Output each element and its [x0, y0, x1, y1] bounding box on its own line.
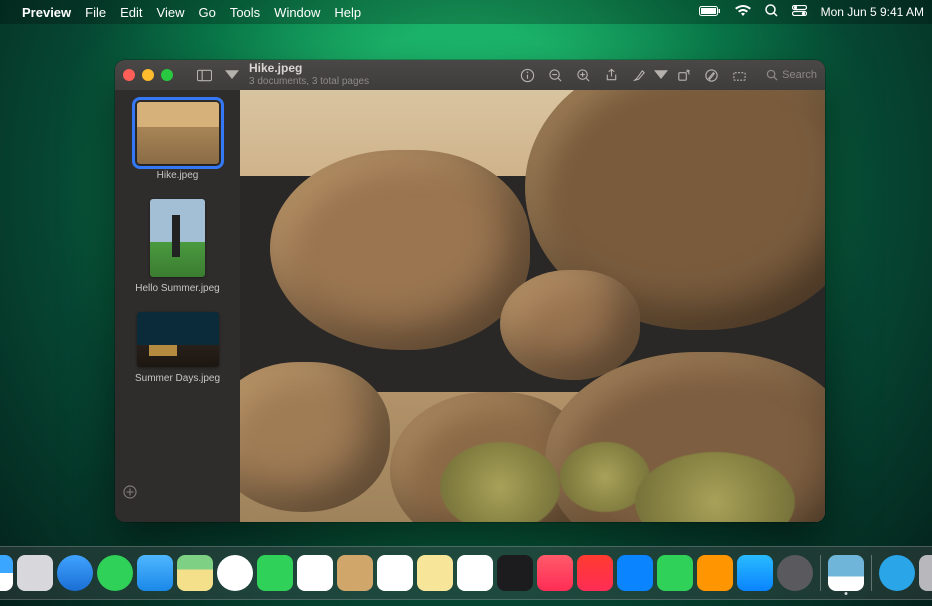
battery-icon[interactable]: [699, 5, 721, 20]
dock-contacts-icon[interactable]: [337, 555, 373, 591]
dock-pages-icon[interactable]: [697, 555, 733, 591]
thumbnail-image[interactable]: [137, 102, 219, 164]
window-subtitle: 3 documents, 3 total pages: [249, 76, 369, 88]
dock-settings-icon[interactable]: [777, 555, 813, 591]
dock-numbers-icon[interactable]: [657, 555, 693, 591]
dock-tv-icon[interactable]: [497, 555, 533, 591]
fullscreen-button[interactable]: [161, 69, 173, 81]
traffic-lights: [123, 69, 173, 81]
search-field[interactable]: Search: [766, 69, 817, 81]
zoom-out-button[interactable]: [542, 64, 568, 86]
crop-button[interactable]: [726, 64, 752, 86]
menu-edit[interactable]: Edit: [120, 5, 142, 20]
highlight-menu-chevron-icon[interactable]: [654, 64, 668, 86]
clock[interactable]: Mon Jun 5 9:41 AM: [821, 5, 924, 19]
thumbnail-label: Hello Summer.jpeg: [135, 283, 219, 294]
dock-music-icon[interactable]: [537, 555, 573, 591]
dock-freeform-icon[interactable]: [457, 555, 493, 591]
thumbnail-item[interactable]: Hello Summer.jpeg: [115, 199, 240, 294]
control-center-icon[interactable]: [792, 5, 807, 19]
main-image-view[interactable]: [240, 90, 825, 522]
sidebar-menu-chevron-icon[interactable]: [225, 64, 239, 86]
dock-separator: [820, 555, 821, 591]
title-bar: Hike.jpeg 3 documents, 3 total pages Sea…: [115, 60, 825, 90]
info-button[interactable]: [514, 64, 540, 86]
wifi-icon[interactable]: [735, 5, 751, 20]
thumbnail-image[interactable]: [150, 199, 205, 277]
menu-window[interactable]: Window: [274, 5, 320, 20]
highlight-button[interactable]: [626, 64, 652, 86]
dock-safari-icon[interactable]: [57, 555, 93, 591]
dock-facetime-icon[interactable]: [257, 555, 293, 591]
dock-reminders-icon[interactable]: [377, 555, 413, 591]
minimize-button[interactable]: [142, 69, 154, 81]
dock-launchpad-icon[interactable]: [17, 555, 53, 591]
window-title: Hike.jpeg: [249, 62, 369, 76]
markup-button[interactable]: [698, 64, 724, 86]
menu-view[interactable]: View: [157, 5, 185, 20]
close-button[interactable]: [123, 69, 135, 81]
menu-go[interactable]: Go: [198, 5, 215, 20]
thumbnail-item[interactable]: Hike.jpeg: [115, 102, 240, 181]
dock-separator: [871, 555, 872, 591]
dock-trash-icon[interactable]: [919, 555, 932, 591]
dock: [0, 546, 932, 600]
dock-photos-icon[interactable]: [217, 555, 253, 591]
menu-tools[interactable]: Tools: [230, 5, 260, 20]
thumbnail-image[interactable]: [137, 312, 219, 367]
preview-window: Hike.jpeg 3 documents, 3 total pages Sea…: [115, 60, 825, 522]
dock-preview-icon[interactable]: [828, 555, 864, 591]
app-menu[interactable]: Preview: [22, 5, 71, 20]
search-placeholder: Search: [782, 69, 817, 81]
dock-appstore-icon[interactable]: [737, 555, 773, 591]
share-button[interactable]: [598, 64, 624, 86]
thumbnails-sidebar: Hike.jpeg Hello Summer.jpeg Summer Days.…: [115, 90, 240, 522]
dock-notes-icon[interactable]: [417, 555, 453, 591]
dock-downloads-icon[interactable]: [879, 555, 915, 591]
dock-keynote-icon[interactable]: [617, 555, 653, 591]
dock-finder-icon[interactable]: [0, 555, 13, 591]
dock-messages-icon[interactable]: [97, 555, 133, 591]
sidebar-add-button[interactable]: [115, 479, 240, 510]
title-block: Hike.jpeg 3 documents, 3 total pages: [249, 62, 369, 87]
thumbnail-label: Summer Days.jpeg: [135, 373, 220, 384]
thumbnail-label: Hike.jpeg: [157, 170, 199, 181]
thumbnail-item[interactable]: Summer Days.jpeg: [115, 312, 240, 384]
dock-mail-icon[interactable]: [137, 555, 173, 591]
dock-calendar-icon[interactable]: [297, 555, 333, 591]
spotlight-icon[interactable]: [765, 4, 778, 20]
sidebar-toggle-button[interactable]: [191, 64, 217, 86]
zoom-in-button[interactable]: [570, 64, 596, 86]
rotate-button[interactable]: [670, 64, 696, 86]
dock-news-icon[interactable]: [577, 555, 613, 591]
dock-maps-icon[interactable]: [177, 555, 213, 591]
menu-help[interactable]: Help: [334, 5, 361, 20]
menu-file[interactable]: File: [85, 5, 106, 20]
menu-bar: Preview File Edit View Go Tools Window H…: [0, 0, 932, 24]
